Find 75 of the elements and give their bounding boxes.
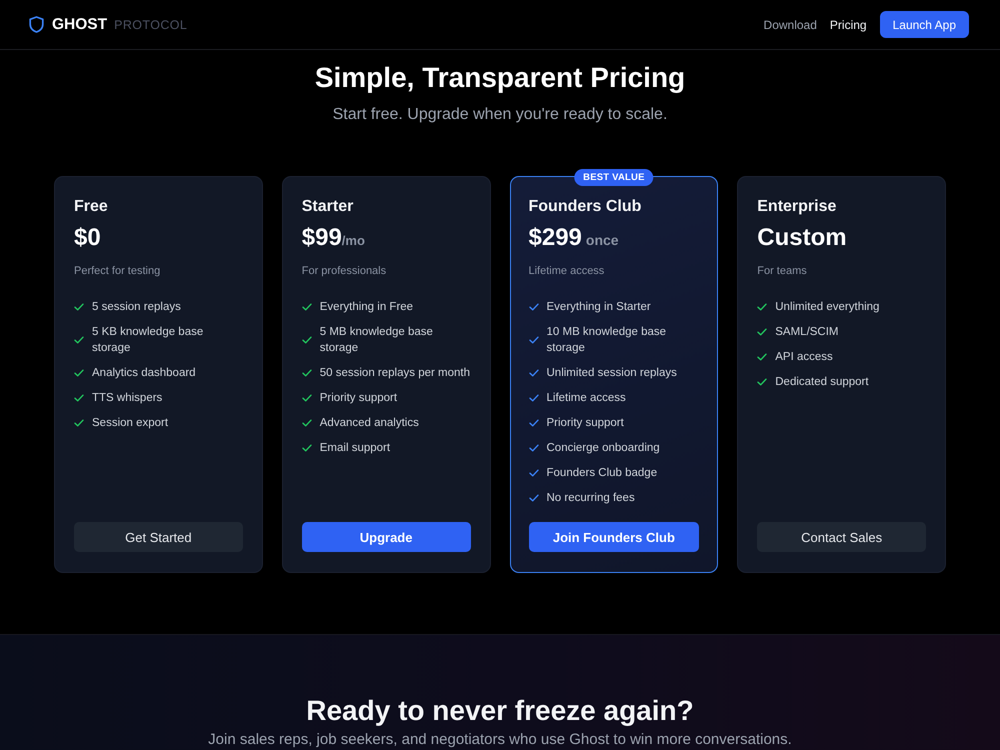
check-icon [528, 469, 538, 477]
cta-subtitle: Join sales reps, job seekers, and negotiators who use Ghost to win more conversations. [208, 731, 792, 749]
feature-text: Priority support [546, 416, 624, 431]
plan-tagline: For teams [757, 264, 808, 278]
check-icon [302, 336, 312, 344]
feature-text: 5 KB knowledge base storage [92, 325, 204, 356]
feature-text: SAML/SCIM [775, 325, 839, 340]
brand-suffix: PROTOCOL [114, 18, 188, 32]
feature-text: No recurring fees [546, 491, 635, 506]
plan-button[interactable]: Get Started [74, 522, 243, 552]
check-icon [528, 336, 538, 344]
feature-text: TTS whispers [92, 391, 162, 406]
feature-text: Unlimited everything [775, 300, 880, 315]
check-icon [74, 369, 84, 377]
plan-name: Founders Club [528, 197, 642, 217]
check-icon [302, 419, 312, 427]
check-icon [74, 303, 84, 311]
check-icon [302, 369, 312, 377]
plan-price: $0 [74, 223, 101, 253]
check-icon [528, 419, 538, 427]
plan-name: Starter [302, 197, 354, 217]
feature-text: 5 MB knowledge base storage [320, 325, 434, 356]
feature-text: API access [775, 350, 833, 365]
feature-text: Analytics dashboard [92, 366, 196, 381]
feature-text: Founders Club badge [546, 466, 658, 481]
feature-text: Dedicated support [775, 375, 869, 390]
check-icon [528, 494, 538, 502]
feature-text: Lifetime access [546, 391, 626, 406]
check-icon [74, 394, 84, 402]
feature-text: 10 MB knowledge base storage [546, 325, 668, 356]
plan-price: Custom [757, 223, 847, 253]
page-subtitle: Start free. Upgrade when you're ready to scale. [332, 105, 668, 125]
plan-price: $299 [528, 223, 582, 253]
plan-badge: BEST VALUE [574, 169, 654, 186]
feature-text: 5 session replays [92, 300, 181, 315]
plan-name: Free [74, 197, 109, 217]
check-icon [757, 378, 768, 386]
check-icon [757, 328, 768, 336]
check-icon [74, 419, 84, 427]
feature-text: Email support [320, 441, 390, 456]
nav-link[interactable]: Download [764, 18, 817, 32]
launch-app-button[interactable]: Launch App [880, 11, 969, 38]
price-period: /mo [342, 233, 365, 248]
shield-icon [29, 16, 44, 33]
check-icon [528, 303, 538, 311]
plan-button[interactable]: Join Founders Club [528, 522, 700, 552]
plan-button[interactable]: Contact Sales [757, 522, 926, 552]
plan-tagline: Perfect for testing [74, 264, 162, 278]
plan-name: Enterprise [757, 197, 838, 217]
page-title: Simple, Transparent Pricing [314, 61, 686, 95]
check-icon [74, 336, 84, 344]
feature-text: Advanced analytics [320, 416, 419, 431]
check-icon [528, 394, 538, 402]
brand-name: GHOST [52, 16, 108, 34]
feature-text: Unlimited session replays [546, 366, 677, 381]
feature-text: 50 session replays per month [320, 366, 470, 381]
feature-text: Everything in Free [320, 300, 414, 315]
check-icon [302, 444, 312, 452]
check-icon [757, 303, 768, 311]
plan-price: $99 [302, 223, 342, 253]
check-icon [757, 353, 768, 361]
nav-link[interactable]: Pricing [830, 18, 867, 32]
feature-text: Concierge onboarding [546, 441, 660, 456]
feature-text: Session export [92, 416, 168, 431]
cta-title: Ready to never freeze again? [306, 694, 694, 728]
check-icon [302, 394, 312, 402]
plan-button[interactable]: Upgrade [302, 522, 470, 552]
check-icon [528, 444, 538, 452]
feature-text: Everything in Starter [546, 300, 651, 315]
plan-tagline: Lifetime access [528, 264, 606, 278]
check-icon [302, 303, 312, 311]
check-icon [528, 369, 538, 377]
plan-tagline: For professionals [302, 264, 388, 278]
feature-text: Priority support [320, 391, 398, 406]
price-period: once [586, 232, 619, 248]
